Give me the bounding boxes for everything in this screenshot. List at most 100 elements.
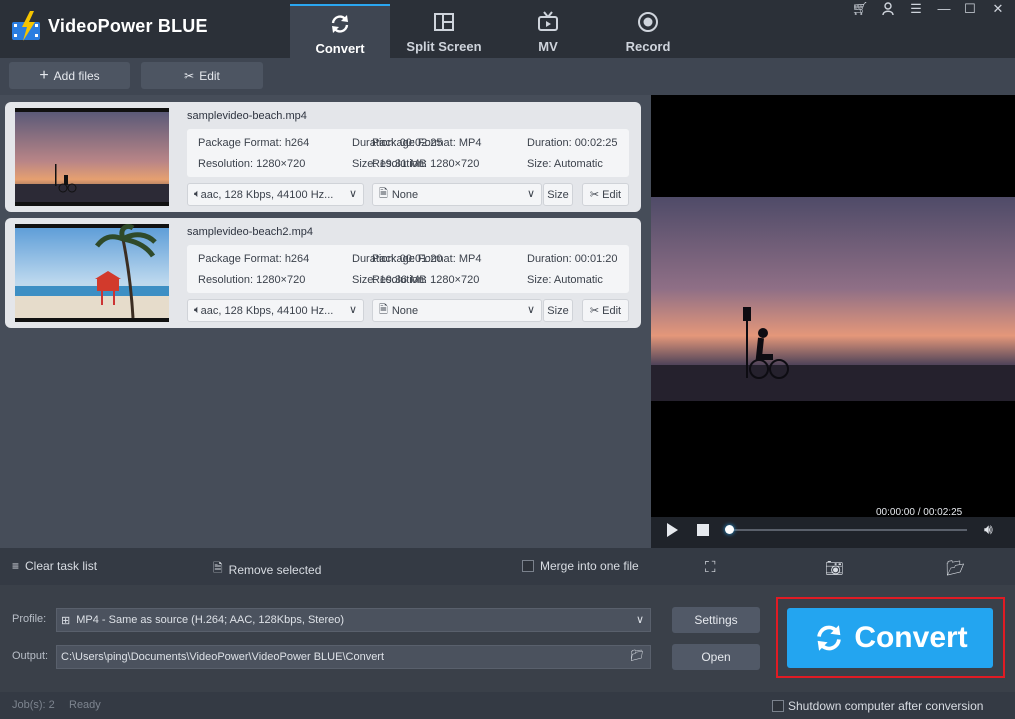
output-resolution: Resolution: 1280×720 [372, 274, 480, 286]
user-icon[interactable] [876, 0, 900, 18]
settings-button[interactable]: Settings [672, 607, 760, 633]
cart-icon[interactable]: 🛒︎ [848, 0, 872, 18]
speaker-icon: 🔈︎ [194, 304, 201, 316]
scissors-icon: ✂ [589, 189, 600, 201]
clip-edit-label: Edit [602, 304, 622, 317]
merge-checkbox[interactable] [522, 560, 534, 572]
output-resolution: Resolution: 1280×720 [372, 158, 480, 170]
scissors-icon: ✂ [589, 305, 600, 317]
output-path-field[interactable]: C:\Users\ping\Documents\VideoPower\Video… [56, 645, 651, 669]
output-label: Output: [12, 650, 49, 662]
record-icon [638, 12, 658, 32]
seek-bar[interactable] [729, 529, 967, 531]
duration: Duration: 00:01:20 [527, 253, 618, 265]
chevron-down-icon: ∨ [635, 614, 644, 626]
chevron-down-icon: ∨ [348, 188, 357, 200]
clear-task-list-label: Clear task list [25, 559, 98, 573]
refresh-icon [817, 625, 842, 651]
file-name: samplevideo-beach.mp4 [187, 110, 307, 122]
player-controls: 🔊︎ [651, 517, 1015, 548]
camera-icon[interactable]: 📷︎ [825, 559, 844, 577]
folder-icon[interactable]: 📁︎ [630, 649, 644, 662]
edit-button[interactable]: ✂ Edit [141, 62, 263, 89]
merge-toggle[interactable]: Merge into one file [522, 559, 639, 573]
package-format: Package Format: h264 [198, 253, 310, 265]
audio-value: aac, 128 Kbps, 44100 Hz... [200, 188, 334, 201]
file-card[interactable]: samplevideo-beach2.mp4 Package Format: h… [5, 218, 641, 328]
clip-edit-button[interactable]: ✂ Edit [582, 183, 629, 206]
folder-open-icon[interactable]: 📂︎ [946, 559, 965, 577]
profile-value: MP4 - Same as source (H.264; AAC, 128Kbp… [76, 614, 345, 626]
subtitle-select[interactable]: 🗎 None ∨ [372, 299, 542, 322]
open-button[interactable]: Open [672, 644, 760, 670]
file-name: samplevideo-beach2.mp4 [187, 226, 313, 238]
tab-label: Split Screen [406, 39, 482, 54]
menu-icon[interactable]: ☰ [904, 0, 928, 18]
tab-mv[interactable]: MV [498, 4, 598, 58]
edit-label: Edit [199, 68, 220, 83]
file-info: Package Format: h264 Duration: 00:02:25 … [187, 129, 629, 177]
stop-icon[interactable] [697, 524, 709, 536]
output-format: Package Format: MP4 [372, 137, 482, 149]
profile-icon: ⊞ [61, 614, 71, 627]
convert-label: Convert [854, 621, 968, 654]
chevron-down-icon: ∨ [526, 304, 535, 316]
shutdown-label: Shutdown computer after conversion [788, 699, 984, 713]
play-icon[interactable] [667, 523, 678, 537]
output-size: Size: Automatic [527, 158, 603, 170]
app-title: VideoPower BLUE [48, 16, 208, 36]
subtitle-value: None [391, 188, 419, 201]
document-remove-icon: 🗎 [213, 561, 223, 575]
clear-task-list-button[interactable]: ≡ Clear task list [12, 559, 97, 573]
remove-selected-label: Remove selected [228, 562, 322, 577]
tab-label: MV [538, 39, 558, 54]
subtitle-select[interactable]: 🗎 None ∨ [372, 183, 542, 206]
tab-label: Record [625, 39, 671, 54]
resolution: Resolution: 1280×720 [198, 158, 306, 170]
shutdown-toggle[interactable]: Shutdown computer after conversion [772, 699, 983, 713]
list-icon: ≡ [12, 559, 20, 573]
audio-value: aac, 128 Kbps, 44100 Hz... [200, 304, 334, 317]
volume-icon[interactable]: 🔊︎ [984, 521, 993, 538]
tab-label: Convert [315, 41, 365, 56]
package-format: Package Format: h264 [198, 137, 310, 149]
audio-select[interactable]: 🔈︎ aac, 128 Kbps, 44100 Hz... ∨ [187, 299, 364, 322]
output-path-value: C:\Users\ping\Documents\VideoPower\Video… [61, 651, 385, 663]
crop-icon[interactable]: ⛶ [705, 559, 716, 576]
chevron-down-icon: ∨ [526, 188, 535, 200]
output-size: Size: Automatic [527, 274, 603, 286]
maximize-icon[interactable]: ☐ [958, 0, 982, 18]
file-card[interactable]: samplevideo-beach.mp4 Package Format: h2… [5, 102, 641, 212]
seek-handle[interactable] [725, 525, 734, 534]
convert-button[interactable]: Convert [787, 608, 993, 668]
close-icon[interactable]: ✕ [986, 0, 1010, 18]
task-strip [0, 548, 1015, 585]
remove-selected-button[interactable]: 🗎 Remove selected [213, 559, 321, 580]
minimize-icon[interactable]: — [932, 0, 956, 18]
clip-edit-label: Edit [602, 188, 622, 201]
duration: Duration: 00:02:25 [527, 137, 618, 149]
clip-edit-button[interactable]: ✂ Edit [582, 299, 629, 322]
size-button[interactable]: Size [543, 299, 573, 322]
audio-select[interactable]: 🔈︎ aac, 128 Kbps, 44100 Hz... ∨ [187, 183, 364, 206]
app-logo-icon [12, 11, 40, 41]
status-text: Ready [69, 699, 101, 711]
tab-convert[interactable]: Convert [290, 4, 390, 58]
profile-label: Profile: [12, 613, 47, 625]
add-files-button[interactable]: + Add files [9, 62, 130, 89]
shutdown-checkbox[interactable] [772, 700, 784, 712]
output-format: Package Format: MP4 [372, 253, 482, 265]
tab-record[interactable]: Record [598, 4, 698, 58]
add-files-label: Add files [53, 68, 100, 83]
document-icon: 🗎 [379, 188, 388, 200]
resolution: Resolution: 1280×720 [198, 274, 306, 286]
speaker-icon: 🔈︎ [194, 188, 201, 200]
plus-icon: + [39, 66, 49, 84]
video-preview [651, 95, 1015, 548]
profile-select[interactable]: ⊞ MP4 - Same as source (H.264; AAC, 128K… [56, 608, 651, 632]
video-thumbnail [15, 224, 169, 322]
job-count: Job(s): 2 [12, 699, 55, 711]
size-button[interactable]: Size [543, 183, 573, 206]
tv-icon [538, 11, 558, 31]
tab-split-screen[interactable]: Split Screen [394, 4, 494, 58]
